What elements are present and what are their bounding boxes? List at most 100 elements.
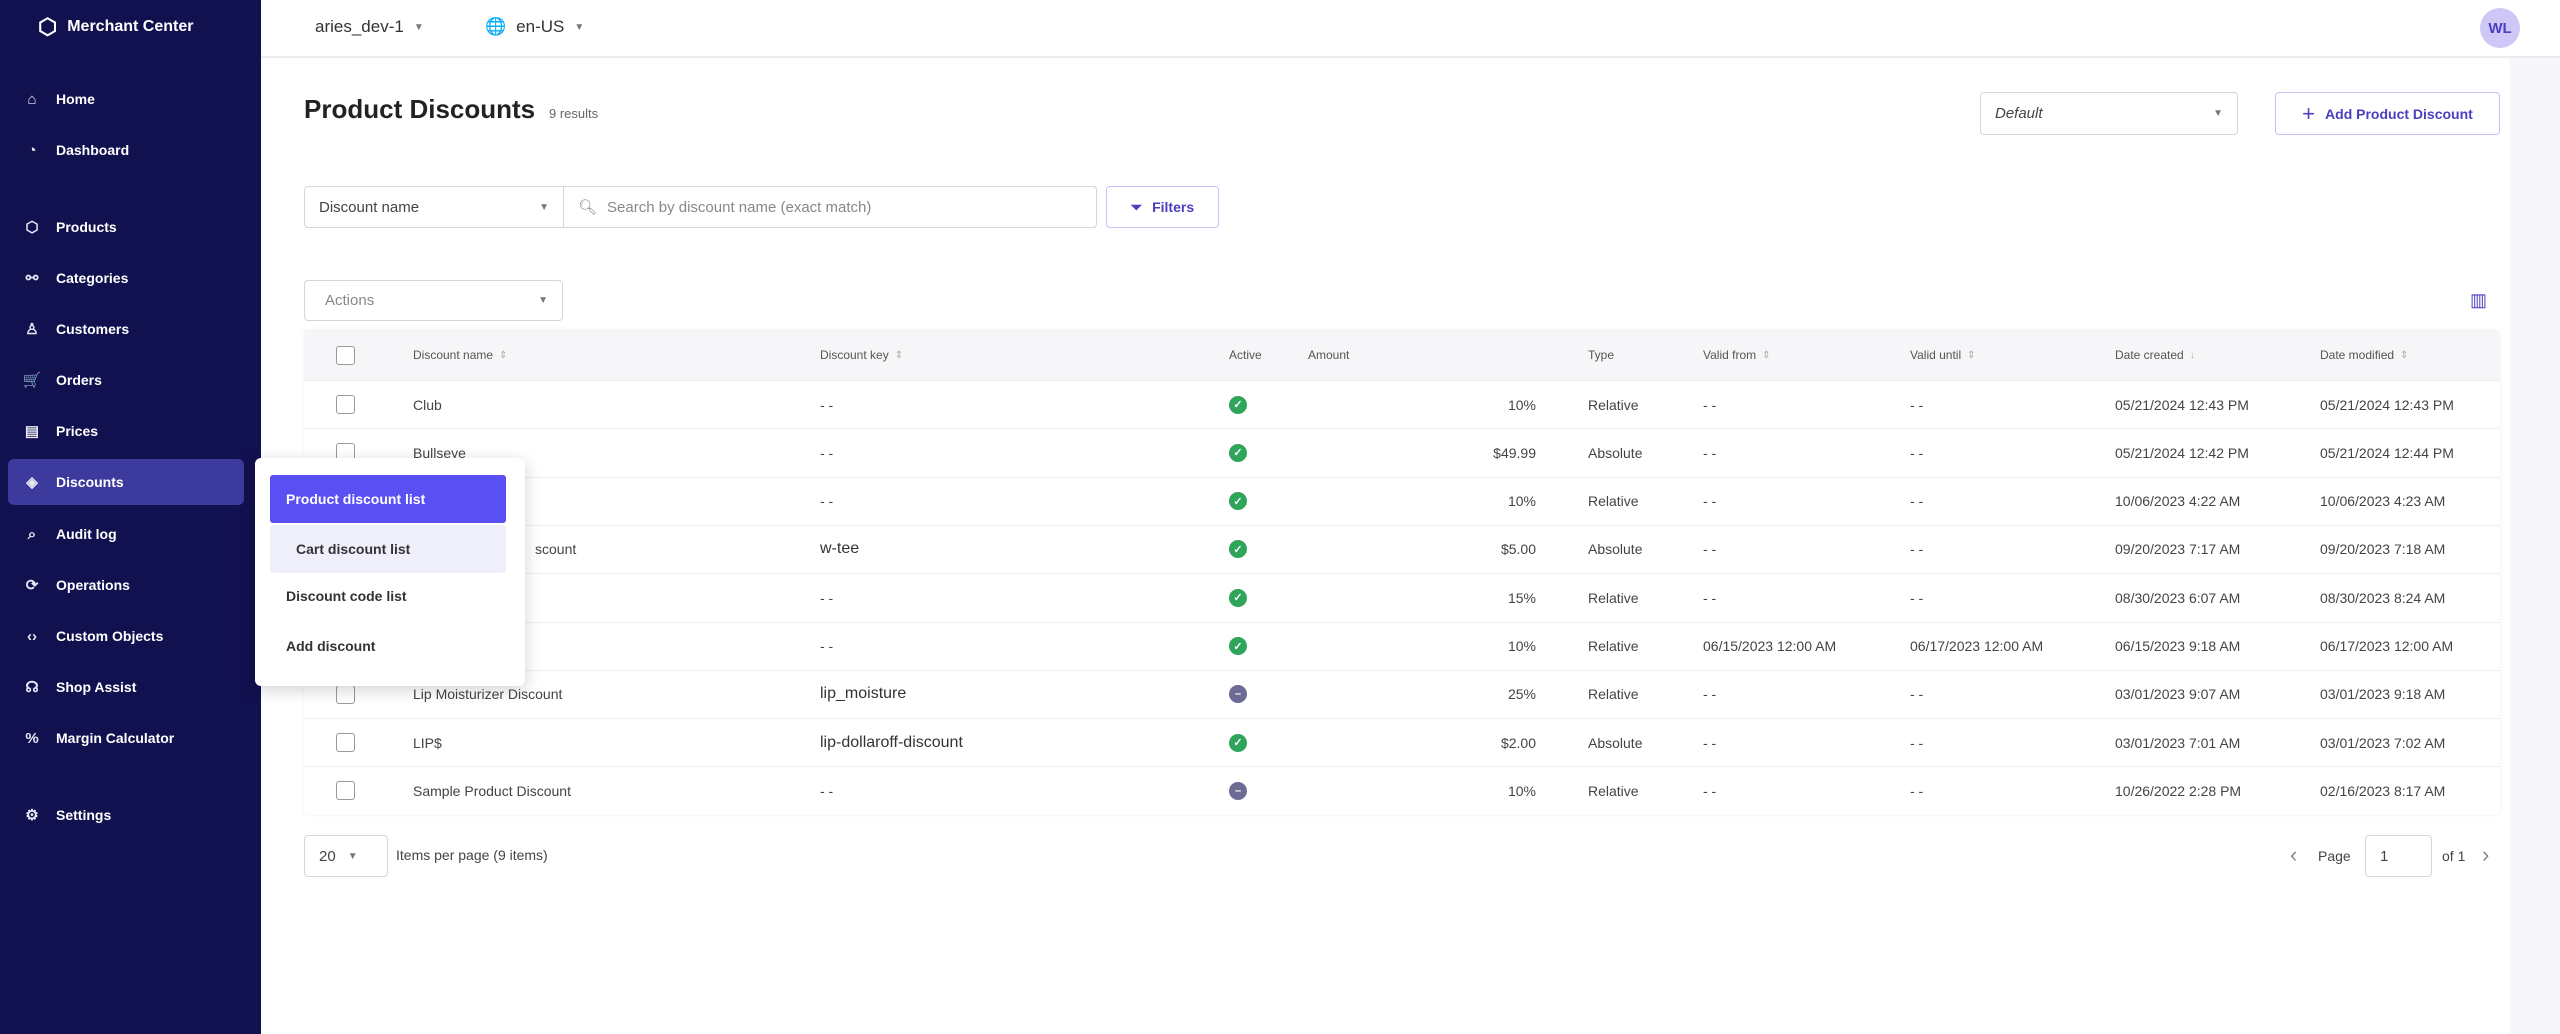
sidebar-item-operations[interactable]: ⟳ Operations xyxy=(8,562,244,608)
sort-icon[interactable]: ⇕ xyxy=(1762,350,1770,361)
cell-created: 09/20/2023 7:17 AM xyxy=(2115,541,2241,558)
column-header-valid-from[interactable]: Valid from ⇕ xyxy=(1703,330,1771,380)
filters-label: Filters xyxy=(1152,199,1195,215)
sidebar-item-discounts[interactable]: ◈ Discounts xyxy=(8,459,244,505)
cell-modified: 05/21/2024 12:44 PM xyxy=(2320,444,2454,461)
checkbox[interactable] xyxy=(336,733,355,753)
scrollbar-track[interactable] xyxy=(2510,58,2560,1034)
table-row[interactable]: - - 10% Relative 06/15/2023 12:00 AM 06/17/2… xyxy=(304,621,2500,670)
sidebar-item-customers[interactable]: ♙ Customers xyxy=(8,306,244,352)
sort-icon[interactable]: ⇕ xyxy=(895,350,903,361)
sort-icon[interactable]: ⇕ xyxy=(1967,350,1975,361)
column-header-date-modified[interactable]: Date modified ⇕ xyxy=(2320,330,2408,380)
column-header-discount-key[interactable]: Discount key ⇕ xyxy=(820,330,903,380)
menu-item-cart-discount-list[interactable]: Cart discount list xyxy=(270,525,506,573)
sidebar-item-settings[interactable]: ⚙ Settings xyxy=(8,792,244,838)
checkbox[interactable] xyxy=(336,781,355,801)
column-header-label: Amount xyxy=(1308,348,1350,362)
sidebar-item-dashboard[interactable]: ◔ Dashboard xyxy=(8,127,244,173)
project-switcher[interactable]: aries_dev-1 ▼ xyxy=(315,17,424,37)
cell-from: - - xyxy=(1703,541,1717,558)
search-field-select[interactable]: Discount name ▼ xyxy=(304,186,564,228)
active-check-icon: ✓ xyxy=(1229,733,1247,752)
discounts-icon: ◈ xyxy=(26,474,38,491)
sidebar-item-label: Operations xyxy=(56,577,130,593)
table-row[interactable]: Lip Moisturizer Discount lip_moisture 25% R… xyxy=(304,669,2500,718)
per-page-label: Items per page (9 items) xyxy=(396,847,548,863)
checkbox[interactable] xyxy=(336,395,355,414)
menu-item-discount-code-list[interactable]: Discount code list xyxy=(270,572,506,620)
sidebar-item-orders[interactable]: 🛒 Orders xyxy=(8,357,244,403)
sidebar-item-shop-assist[interactable]: ☊ Shop Assist xyxy=(8,664,244,710)
sidebar-item-prices[interactable]: ▤ Prices xyxy=(8,408,244,454)
cell-amount: 15% xyxy=(1507,589,1536,606)
customers-icon: ♙ xyxy=(25,321,39,338)
cell-modified: 02/16/2023 8:17 AM xyxy=(2320,782,2446,799)
column-settings-icon[interactable]: ▥ xyxy=(2470,290,2487,311)
orders-icon: 🛒 xyxy=(22,372,42,389)
sidebar-item-margin-calculator[interactable]: % Margin Calculator xyxy=(8,715,244,761)
sidebar-item-label: Categories xyxy=(56,270,129,286)
table-row[interactable]: scount w-tee $5.00 Absolute - - - - 09/20/2023… xyxy=(304,524,2500,573)
checkbox[interactable] xyxy=(336,345,355,365)
locale: en-US xyxy=(516,17,565,36)
table-row[interactable]: LIP$ lip-dollaroff-discount $2.00 Absolute -… xyxy=(304,718,2500,766)
locale-switcher[interactable]: 🌐 en-US ▼ xyxy=(485,17,584,37)
menu-item-add-discount[interactable]: Add discount xyxy=(270,622,506,670)
row-checkbox[interactable] xyxy=(336,381,355,428)
sort-desc-icon[interactable]: ↓ xyxy=(2190,350,2195,361)
row-checkbox[interactable] xyxy=(336,719,355,766)
cell-key: lip_moisture xyxy=(820,685,907,703)
per-page-select[interactable]: 20 ▼ xyxy=(304,835,388,877)
top-bar: aries_dev-1 ▼ 🌐 en-US ▼ xyxy=(261,0,2560,58)
discounts-table: Discount name ⇕ Discount key ⇕ Active Amount T… xyxy=(304,330,2500,815)
sidebar-item-home[interactable]: ⌂ Home xyxy=(8,76,244,122)
table-row[interactable]: - - 15% Relative - - - - 08/30/2023 6:07 AM 08… xyxy=(304,573,2500,621)
filters-button[interactable]: ⏷ Filters xyxy=(1106,186,1219,228)
column-header-date-created[interactable]: Date created ↓ xyxy=(2115,330,2195,380)
cell-key: w-tee xyxy=(820,540,860,558)
column-header-valid-until[interactable]: Valid until ⇕ xyxy=(1910,330,1976,380)
active-check-icon: ✓ xyxy=(1229,395,1247,414)
sidebar-item-categories[interactable]: ⚯ Categories xyxy=(8,255,244,301)
cell-name: Sample Product Discount xyxy=(413,782,571,799)
table-row[interactable]: Sample Product Discount - - 10% Relative - -… xyxy=(304,766,2500,814)
sort-icon[interactable]: ⇕ xyxy=(2400,350,2408,361)
avatar[interactable]: WL xyxy=(2480,8,2520,48)
table-row[interactable]: - - 10% Relative - - - - 10/06/2023 4:22 AM 10… xyxy=(304,476,2500,525)
column-header-label: Valid until xyxy=(1910,348,1962,362)
view-select[interactable]: Default ▼ xyxy=(1980,92,2238,135)
cell-created: 08/30/2023 6:07 AM xyxy=(2115,589,2241,606)
plus-icon: + xyxy=(2302,100,2316,126)
column-header-active: Active xyxy=(1229,330,1262,380)
row-checkbox[interactable] xyxy=(336,767,355,814)
add-product-discount-button[interactable]: + Add Product Discount xyxy=(2275,92,2500,135)
sidebar-item-label: Orders xyxy=(56,372,102,388)
page-title: Product Discounts xyxy=(304,94,536,124)
prev-page-button[interactable]: ‹ xyxy=(2290,842,2297,868)
sort-icon[interactable]: ⇕ xyxy=(499,350,507,361)
brand[interactable]: ⬡ Merchant Center xyxy=(38,14,193,40)
search-input[interactable]: 🔍︎ Search by discount name (exact match) xyxy=(563,186,1097,228)
column-header-label: Discount key xyxy=(820,348,889,362)
filter-icon: ⏷ xyxy=(1130,198,1143,215)
active-check-icon: ✓ xyxy=(1229,637,1247,655)
custom-objects-icon: ‹› xyxy=(27,627,37,645)
column-header-discount-name[interactable]: Discount name ⇕ xyxy=(413,330,507,380)
menu-item-product-discount-list[interactable]: Product discount list xyxy=(270,475,506,523)
select-all-checkbox[interactable] xyxy=(336,330,355,380)
globe-icon: 🌐 xyxy=(485,17,507,36)
next-page-button[interactable]: › xyxy=(2482,842,2489,868)
cell-type: Relative xyxy=(1588,493,1639,510)
actions-select[interactable]: Actions ▼ xyxy=(304,280,563,321)
table-row[interactable]: Bullseye - - $49.99 Absolute - -- -05/21/202… xyxy=(304,428,2500,476)
sidebar-item-audit-log[interactable]: ⌕ Audit log xyxy=(8,511,244,557)
sidebar-item-products[interactable]: ⬡ Products xyxy=(8,204,244,250)
table-row[interactable]: Club - - 10% Relative - - - - 05/21/2024 12:43… xyxy=(304,380,2500,428)
checkbox[interactable] xyxy=(336,684,355,704)
settings-icon: ⚙ xyxy=(25,807,39,824)
cell-type: Relative xyxy=(1588,589,1639,606)
page-input[interactable]: 1 xyxy=(2365,835,2432,877)
column-header-label: Date created xyxy=(2115,348,2184,362)
sidebar-item-custom-objects[interactable]: ‹› Custom Objects xyxy=(8,613,244,659)
